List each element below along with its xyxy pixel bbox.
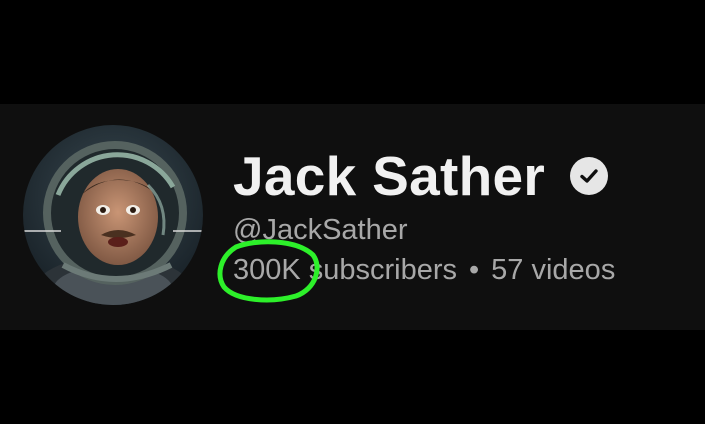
stats-separator: • <box>469 254 480 286</box>
subscribers-label: subscribers <box>308 254 458 286</box>
video-count[interactable]: 57 videos <box>491 254 615 287</box>
subscriber-count: 300K <box>233 254 301 286</box>
channel-name[interactable]: Jack Sather <box>233 148 545 204</box>
verified-check-icon <box>570 157 609 195</box>
channel-title-row: Jack Sather <box>233 143 609 209</box>
channel-handle[interactable]: @JackSather <box>233 214 408 247</box>
channel-stats: 300K subscribers • 57 videos <box>233 254 615 287</box>
channel-avatar[interactable] <box>23 125 203 305</box>
astronaut-avatar-image <box>23 125 203 305</box>
